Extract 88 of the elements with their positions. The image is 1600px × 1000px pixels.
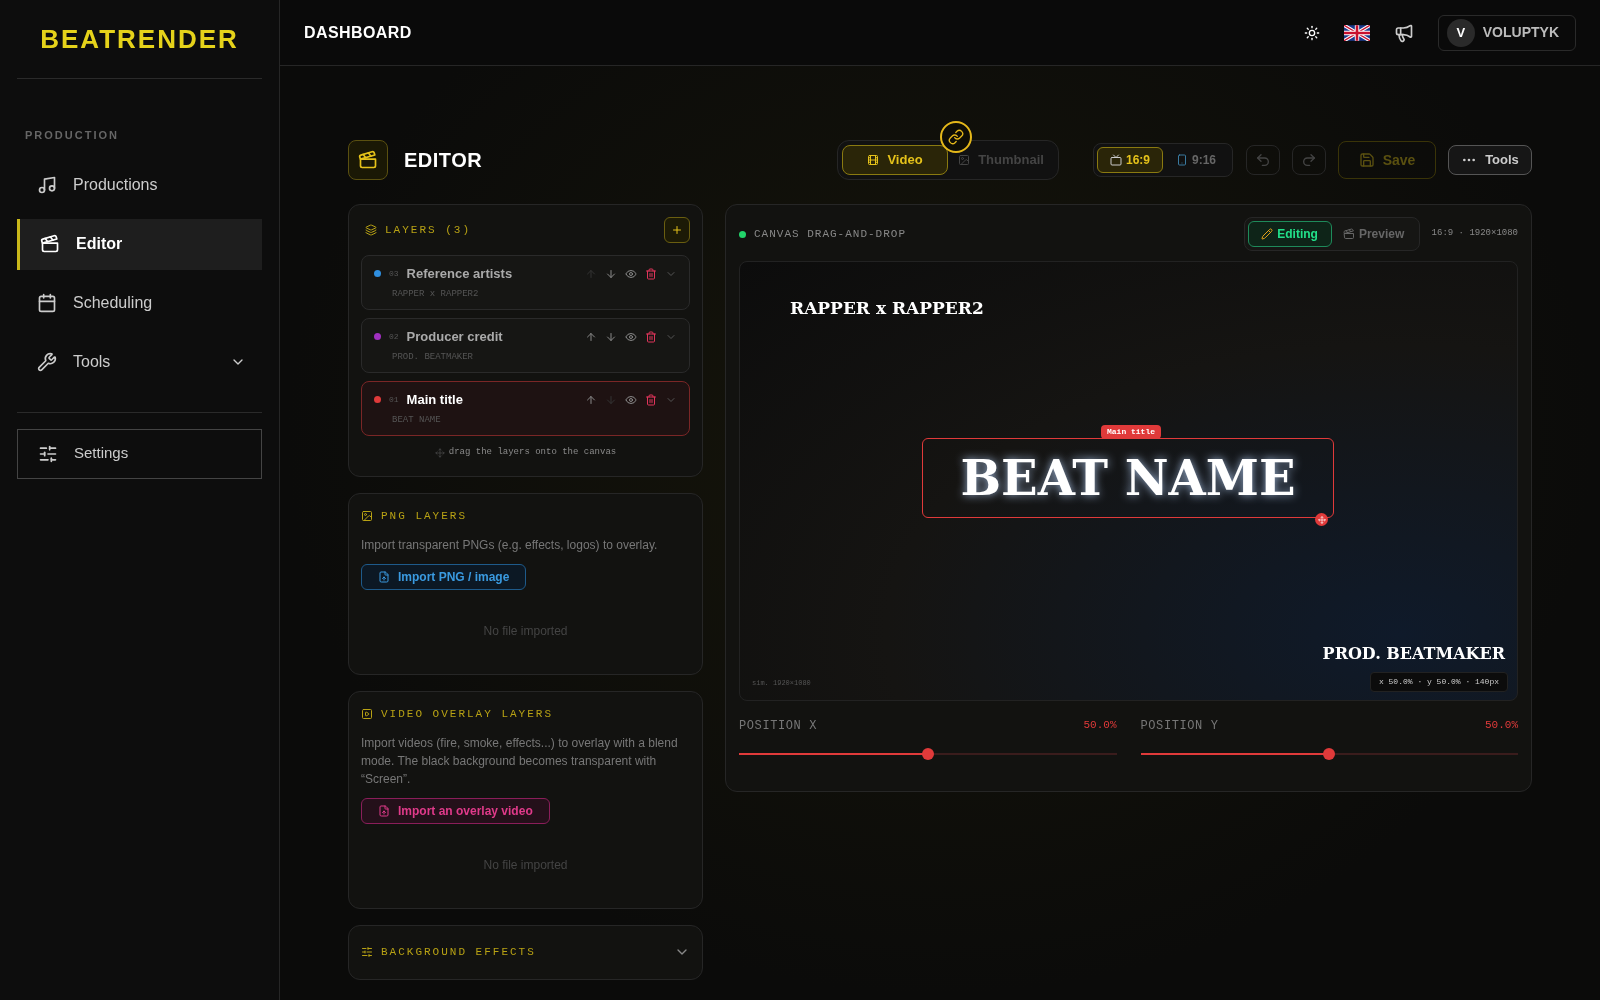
reference-text[interactable]: RAPPER x RAPPER2: [790, 296, 984, 322]
slider-thumb[interactable]: [1323, 748, 1336, 760]
user-name: VOLUPTYK: [1482, 23, 1559, 42]
video-icon: [361, 707, 373, 720]
editor-title: EDITOR: [404, 148, 483, 173]
producer-text[interactable]: PROD. BEATMAKER: [1322, 642, 1505, 666]
layer-name: Producer credit: [406, 328, 504, 346]
main-title-text[interactable]: BEAT NAME: [922, 438, 1334, 518]
resize-handle[interactable]: [1315, 513, 1328, 526]
panel-title: BACKGROUND EFFECTS: [381, 944, 537, 960]
uk-flag-icon[interactable]: [1343, 24, 1370, 41]
nav-item[interactable]: Scheduling: [17, 277, 262, 329]
panel-title: PNG LAYERS: [381, 508, 467, 524]
file-upload-icon: [378, 571, 390, 583]
pencil-icon: [1261, 228, 1274, 240]
clapperboard-icon: [1342, 228, 1355, 240]
film-icon: [867, 154, 880, 166]
slider-track[interactable]: [1140, 747, 1518, 761]
panel-title: LAYERS (3): [385, 222, 472, 238]
mode-tab[interactable]: Video: [842, 145, 948, 175]
move-down-icon[interactable]: [605, 267, 617, 280]
nav-item[interactable]: Productions: [17, 159, 262, 211]
megaphone-icon[interactable]: [1393, 22, 1414, 43]
ratio-tab[interactable]: 16:9: [1097, 147, 1163, 173]
eye-icon[interactable]: [625, 330, 637, 343]
nav-item[interactable]: Editor: [17, 218, 262, 270]
layer-text: RAPPER x RAPPER2: [392, 287, 480, 301]
link-badge-icon[interactable]: [940, 121, 972, 153]
slider-thumb[interactable]: [921, 748, 934, 760]
nav-item[interactable]: Tools: [17, 336, 262, 388]
image-icon: [958, 154, 971, 166]
sliders-icon: [361, 946, 373, 958]
slider-label: POSITION X: [739, 718, 817, 735]
layers-hint: drag the layers onto the canvas: [448, 446, 617, 459]
move-down-icon[interactable]: [605, 330, 617, 343]
plus-icon: [671, 224, 683, 236]
eye-icon[interactable]: [625, 267, 637, 280]
coords-label: x 50.0% · y 50.0% · 140px: [1369, 672, 1508, 692]
move-up-icon[interactable]: [585, 330, 597, 343]
tv-icon: [1110, 154, 1122, 166]
canvas-label: CANVAS DRAG-AND-DROP: [754, 226, 908, 242]
calendar-icon: [37, 293, 57, 313]
layer-tag: Main title: [1101, 425, 1161, 439]
layer-number: 01: [389, 393, 399, 406]
panel-description: Import transparent PNGs (e.g. effects, logos) to overlay.: [361, 537, 659, 554]
redo-icon: [1301, 152, 1317, 168]
panel-description: Import videos (fire, smoke, effects...) to overlay with a blend mode. The black background becomes transparent with “Screen”.: [361, 735, 679, 788]
background-effects-panel[interactable]: BACKGROUND EFFECTS: [348, 924, 703, 980]
page-title: DASHBOARD: [304, 22, 413, 43]
phone-icon: [1176, 154, 1188, 166]
slider-track[interactable]: [739, 747, 1117, 761]
settings-button[interactable]: Settings: [17, 428, 262, 479]
brand-logo[interactable]: BEATRENDER: [40, 19, 239, 59]
undo-icon: [1255, 152, 1271, 168]
slider-value: 50.0%: [1485, 718, 1518, 733]
layer-text: BEAT NAME: [392, 413, 442, 427]
import-button[interactable]: Import an overlay video: [361, 798, 550, 824]
sliders-icon: [38, 443, 58, 464]
delete-icon[interactable]: [645, 393, 657, 406]
view-tab[interactable]: Editing: [1247, 221, 1332, 247]
sun-icon[interactable]: [1303, 24, 1320, 41]
music-note-icon: [37, 175, 57, 195]
slider-value: 50.0%: [1083, 718, 1117, 733]
move-icon: [434, 447, 445, 458]
layers-icon: [365, 224, 377, 236]
image-icon: [361, 509, 373, 522]
layer-name: Main title: [406, 391, 464, 409]
layer-text: PROD. BEATMAKER: [392, 350, 474, 364]
section-label: PRODUCTION: [25, 128, 120, 143]
add-layer-button[interactable]: [664, 217, 690, 243]
delete-icon[interactable]: [645, 267, 657, 280]
layer-name: Reference artists: [406, 265, 514, 283]
canvas-info: 16:9 · 1920×1080: [1431, 227, 1518, 241]
clapperboard-icon: [358, 150, 378, 170]
move-up-icon[interactable]: [585, 393, 597, 406]
delete-icon[interactable]: [645, 330, 657, 343]
save-icon: [1358, 152, 1375, 168]
wrench-icon: [37, 352, 57, 372]
layer-row[interactable]: 01 Main title BEAT NAME: [361, 381, 690, 436]
user-menu[interactable]: V VOLUPTYK: [1437, 14, 1576, 51]
slider-label: POSITION Y: [1140, 718, 1219, 735]
import-button[interactable]: Import PNG / image: [361, 564, 527, 590]
panel-title: VIDEO OVERLAY LAYERS: [381, 706, 554, 722]
user-avatar: V: [1446, 18, 1475, 47]
tools-button[interactable]: Tools: [1448, 145, 1532, 175]
eye-icon[interactable]: [625, 393, 637, 406]
file-upload-icon: [378, 805, 390, 817]
clapperboard-icon: [40, 234, 60, 254]
